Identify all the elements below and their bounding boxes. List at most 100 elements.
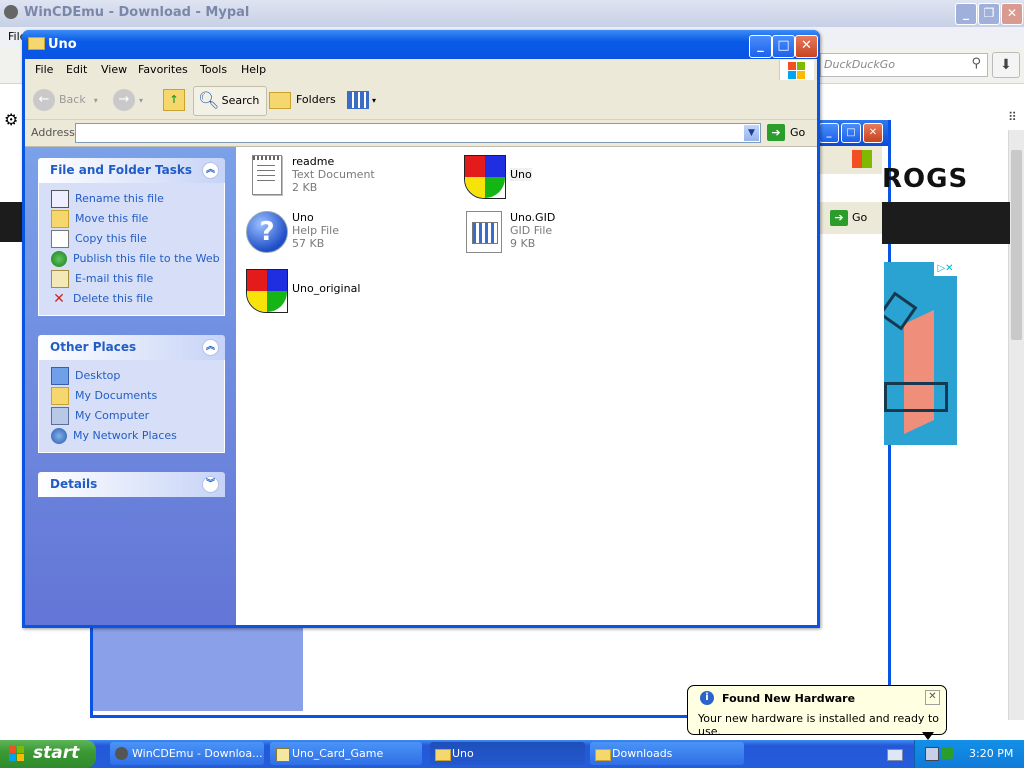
menu-help[interactable]: Help [241, 63, 266, 76]
clock[interactable]: 3:20 PM [969, 747, 1013, 760]
taskbar-item-downloads[interactable]: Downloads [590, 742, 744, 765]
balloon-close-button[interactable]: ✕ [925, 690, 940, 705]
place-my-network[interactable]: My Network Places [39, 426, 224, 446]
downloads-close-button[interactable]: ✕ [863, 123, 883, 143]
menu-favorites[interactable]: Favorites [138, 63, 188, 76]
browser-minimize-button[interactable]: _ [955, 3, 977, 25]
file-folder-tasks-title: File and Folder Tasks [50, 163, 193, 177]
go-arrow-icon[interactable]: ➔ [767, 124, 785, 141]
forward-dropdown-icon[interactable]: ▾ [139, 96, 143, 105]
task-copy[interactable]: Copy this file [39, 229, 224, 249]
notification-balloon[interactable]: i Found New Hardware Your new hardware i… [687, 685, 947, 738]
mypal-icon [4, 5, 18, 19]
taskbar-item-uno[interactable]: Uno [430, 742, 585, 765]
explorer-window: Uno _ □ ✕ File Edit View Favorites Tools… [22, 30, 820, 628]
place-my-documents[interactable]: My Documents [39, 386, 224, 406]
close-button[interactable]: ✕ [795, 35, 818, 58]
up-folder-button[interactable]: ↑ [163, 86, 185, 114]
gear-icon[interactable]: ⚙ [4, 110, 18, 129]
go-button[interactable]: Go [790, 126, 805, 139]
collapse-chevron-icon[interactable]: ︽ [202, 339, 219, 356]
back-dropdown-icon[interactable]: ▾ [94, 96, 98, 105]
other-places-panel: Other Places ︽ Desktop My Documents My C… [38, 335, 225, 453]
downloads-menubar [820, 146, 882, 174]
file-item-uno-help[interactable]: ? Uno Help File 57 KB [244, 209, 454, 257]
network-tray-icon[interactable] [925, 747, 939, 761]
forward-button[interactable]: → ▾ [113, 86, 143, 114]
folders-icon [269, 91, 291, 109]
details-title: Details [50, 477, 98, 491]
task-email[interactable]: E-mail this file [39, 269, 224, 289]
expand-chevron-icon[interactable]: ︾ [202, 476, 219, 493]
task-rename[interactable]: Rename this file [39, 189, 224, 209]
info-icon: i [700, 691, 714, 705]
text-document-icon [244, 153, 288, 197]
folder-icon [435, 749, 451, 761]
mypal-icon [115, 747, 128, 760]
place-desktop[interactable]: Desktop [39, 366, 224, 386]
uno-app-icon [462, 153, 506, 199]
menu-dots-icon[interactable]: ⠿ [1008, 110, 1017, 124]
back-label: Back [59, 93, 86, 106]
search-icon[interactable]: ⚲ [971, 56, 981, 71]
folders-label: Folders [296, 93, 336, 106]
other-places-header[interactable]: Other Places ︽ [38, 335, 225, 360]
file-folder-tasks-panel: File and Folder Tasks ︽ Rename this file… [38, 158, 225, 316]
search-label: Search [221, 94, 260, 107]
task-publish[interactable]: Publish this file to the Web [39, 249, 224, 269]
downloads-minimize-button[interactable]: _ [819, 123, 839, 143]
go-arrow-icon[interactable]: ➔ [830, 210, 848, 226]
maximize-button[interactable]: □ [772, 35, 795, 58]
file-name: Uno [292, 211, 314, 224]
menu-view[interactable]: View [101, 63, 127, 76]
page-header-band-right [882, 202, 1010, 244]
file-type: Help File [292, 224, 339, 237]
other-places-list: Desktop My Documents My Computer My Netw… [38, 360, 225, 453]
details-header[interactable]: Details ︾ [38, 472, 225, 497]
address-input[interactable]: ▼ [75, 123, 761, 143]
views-button[interactable]: ▾ [347, 86, 376, 114]
start-button[interactable]: start [0, 740, 96, 768]
place-my-computer[interactable]: My Computer [39, 406, 224, 426]
ad-choices-icon[interactable]: ▷✕ [934, 262, 957, 276]
collapse-chevron-icon[interactable]: ︽ [202, 162, 219, 179]
file-item-readme[interactable]: readme Text Document 2 KB [244, 153, 454, 201]
magnifier-icon: 🔍︎ [198, 91, 220, 111]
toolbar: ← Back ▾ → ▾ ↑ 🔍︎ Search Folders ▾ [25, 81, 817, 120]
file-item-uno-exe[interactable]: Uno [462, 153, 672, 201]
downloads-maximize-button[interactable]: □ [841, 123, 861, 143]
help-file-icon: ? [244, 209, 288, 253]
browser-title: WinCDEmu - Download - Mypal [24, 5, 250, 20]
browser-scrollbar[interactable] [1008, 130, 1024, 720]
menu-tools[interactable]: Tools [200, 63, 227, 76]
forward-arrow-icon: → [113, 89, 135, 111]
back-button[interactable]: ← Back ▾ [33, 86, 98, 114]
file-name: Uno_original [292, 282, 361, 295]
menu-file[interactable]: File [35, 63, 53, 76]
taskbar-item-wincdemu[interactable]: WinCDEmu - Downloa... [110, 742, 264, 765]
start-label: start [33, 743, 80, 763]
browser-maximize-button[interactable]: ❐ [978, 3, 1000, 25]
minimize-button[interactable]: _ [749, 35, 772, 58]
scrollbar-thumb[interactable] [1011, 150, 1022, 340]
file-item-uno-original[interactable]: Uno_original [244, 267, 454, 315]
menu-edit[interactable]: Edit [66, 63, 87, 76]
taskbar-item-uno-card-game[interactable]: Uno_Card_Game [270, 742, 422, 765]
address-dropdown-icon[interactable]: ▼ [744, 125, 759, 141]
downloads-go-label[interactable]: Go [852, 211, 867, 224]
file-folder-tasks-header[interactable]: File and Folder Tasks ︽ [38, 158, 225, 183]
file-item-uno-gid[interactable]: Uno.GID GID File 9 KB [462, 209, 672, 257]
hardware-tray-icon[interactable] [941, 747, 953, 759]
file-size: 57 KB [292, 237, 325, 250]
task-delete[interactable]: ✕ Delete this file [39, 289, 224, 309]
folders-button[interactable]: Folders [269, 86, 336, 114]
keyboard-icon[interactable] [887, 749, 903, 761]
advertisement-image[interactable] [884, 262, 957, 445]
browser-search-input[interactable]: DuckDuckGo ⚲ [820, 53, 988, 77]
move-icon [51, 210, 69, 228]
task-move[interactable]: Move this file [39, 209, 224, 229]
search-button[interactable]: 🔍︎ Search [193, 86, 267, 116]
download-arrow-icon[interactable]: ⬇ [992, 52, 1020, 78]
browser-close-button[interactable]: ✕ [1001, 3, 1023, 25]
windows-logo-icon [852, 150, 872, 168]
